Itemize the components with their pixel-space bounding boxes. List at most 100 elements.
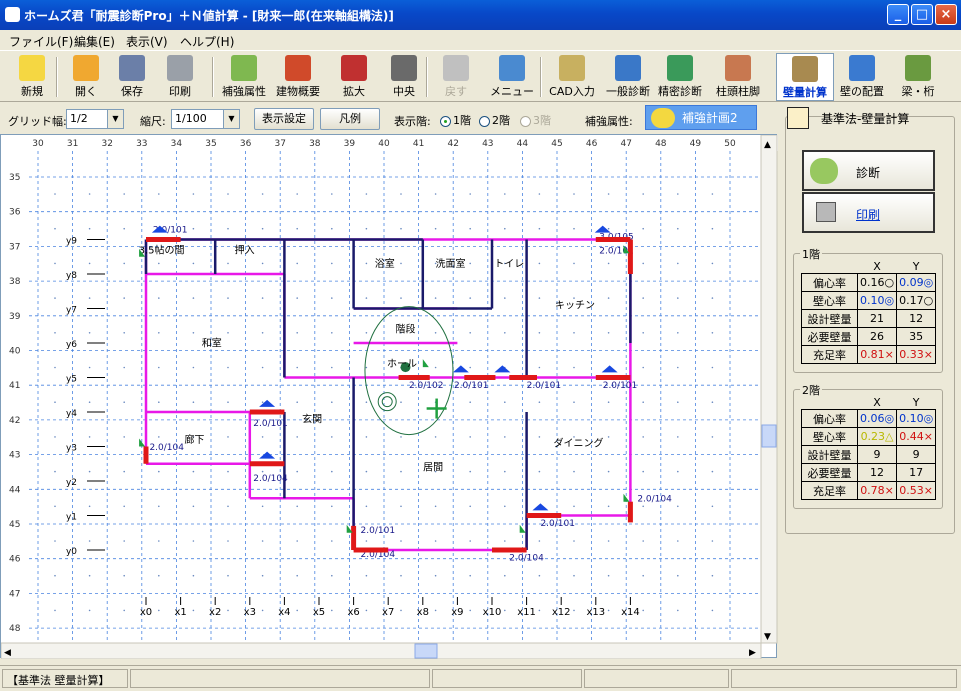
grid-dot (573, 262, 575, 265)
print-button[interactable]: 印刷 (802, 192, 935, 233)
ruler-label: 44 (9, 485, 21, 495)
toolbar-undo-button: 戻す (428, 53, 484, 101)
print-icon (167, 55, 193, 81)
grid-dot (504, 470, 506, 473)
grid-dot (54, 609, 56, 612)
ruler-label: 50 (724, 139, 736, 149)
column-icon (725, 55, 751, 81)
grid-dot (434, 297, 437, 299)
grid-dot (469, 401, 472, 404)
grid-dot (331, 470, 333, 473)
toolbar-zoom-in-button[interactable]: 拡大 (326, 53, 382, 101)
house-icon (285, 55, 311, 81)
grid-dot (434, 193, 437, 195)
column-header: Y (912, 260, 920, 273)
scroll-down-arrow: ▼ (764, 632, 771, 642)
grid-dot (538, 332, 541, 334)
grid-dot (192, 401, 195, 404)
display-settings-button[interactable]: 表示設定 (254, 108, 314, 130)
grid-dot (538, 470, 541, 473)
grid-dot (677, 540, 679, 542)
undo-icon (443, 55, 469, 81)
grid-dot (677, 505, 679, 508)
toolbar-reinforce-button[interactable]: 補強属性 (216, 53, 272, 101)
grid-dot (296, 262, 299, 265)
grid-dot (642, 574, 644, 577)
floor1-radio[interactable]: 1階 (440, 112, 471, 128)
room-label: 洗面室 (435, 257, 465, 270)
grid-dot (123, 262, 125, 265)
grid-dot (123, 609, 125, 612)
grid-dot (192, 193, 195, 195)
grid-dot (642, 540, 644, 542)
ruler-label: 40 (9, 347, 21, 357)
floor2-radio[interactable]: 2階 (479, 112, 510, 128)
stat-x-value: 0.81× (856, 345, 898, 364)
stat-row: 偏心率 0.06◎ 0.10◎ (801, 409, 937, 428)
column-header: X (873, 396, 881, 409)
scale-select[interactable]: 1/100 ▼ (171, 109, 240, 129)
grid-dot (227, 540, 229, 542)
grid-dot (538, 193, 541, 195)
y-axis-label: y4 (66, 409, 77, 419)
minimize-button[interactable]: _ (887, 4, 909, 25)
floor2-table: X Y 偏心率 0.06◎ 0.10◎ 壁心率 0.23△ 0.44× 設計壁量 9 9 必要壁量 12… (801, 396, 937, 500)
maximize-button[interactable]: □ (911, 4, 933, 25)
grid-dot (331, 436, 333, 438)
toolbar-precise-diagnosis-button[interactable]: 精密診断 (652, 53, 708, 101)
grid-dot (296, 470, 299, 473)
menu-bar: ファイル(F) 編集(E) 表示(V) ヘルプ(H) (0, 30, 961, 50)
grid-dot (88, 332, 91, 334)
legend-button[interactable]: 凡例 (320, 108, 380, 130)
diagnose-button[interactable]: 診断 (802, 150, 935, 191)
wall-calc-icon (787, 107, 809, 129)
ruler-label: 41 (9, 381, 20, 391)
grid-dot (261, 262, 264, 265)
window-title: ホームズ君「耐震診断Pro」＋Ｎ値計算 - [財来一郎(在来軸組構法)] (24, 9, 394, 23)
stat-row: 充足率 0.81× 0.33× (801, 345, 937, 364)
ruler-label: 38 (309, 139, 321, 149)
toolbar-wall-calc-button[interactable]: 壁量計算 (776, 53, 834, 101)
toolbar-column-button[interactable]: 柱頭柱脚 (710, 53, 766, 101)
grid-dot (88, 470, 91, 473)
grid-dot (573, 470, 575, 473)
reinforce-plan-badge[interactable]: 補強計画2 (645, 105, 757, 130)
grid-dot (296, 609, 299, 612)
close-button[interactable]: × (935, 4, 957, 25)
toolbar-wall-layout-button[interactable]: 壁の配置 (834, 53, 890, 101)
toolbar-general-diagnosis-button[interactable]: 一般診断 (600, 53, 656, 101)
grid-dot (331, 574, 333, 577)
stat-label: 必要壁量 (801, 327, 858, 346)
grid-dot (331, 193, 333, 195)
toolbar-house-button[interactable]: 建物概要 (270, 53, 326, 101)
menu-file[interactable]: ファイル(F) (9, 33, 73, 50)
ruler-label: 36 (240, 139, 252, 149)
display-floor-label: 表示階: (394, 115, 431, 128)
grid-dot (677, 262, 679, 265)
toolbar-print-button[interactable]: 印刷 (152, 53, 208, 101)
toolbar-cad-button[interactable]: CAD入力 (544, 53, 600, 101)
grid-dot (504, 401, 506, 404)
grid-width-select[interactable]: 1/2 ▼ (66, 109, 124, 129)
stat-label: 偏心率 (801, 273, 858, 292)
grid-dot (469, 436, 472, 438)
grid-dot (88, 227, 91, 230)
plan-canvas[interactable]: 30 31 32 33 34 35 36 37 38 39 40 41 42 43 44 45 46 47 48 49… (0, 134, 778, 660)
toolbar-center-button[interactable]: 中央 (376, 53, 432, 101)
toolbar-menu-door-button[interactable]: メニュー (484, 53, 540, 101)
toolbar-label: 精密診断 (658, 85, 702, 98)
grid-dot (504, 436, 506, 438)
grid-dot (469, 609, 472, 612)
menu-edit[interactable]: 編集(E) (74, 33, 115, 50)
toolbar-new-button[interactable]: 新規 (4, 53, 60, 101)
wall-strength-label: 2.0/101 (527, 381, 562, 391)
menu-help[interactable]: ヘルプ(H) (180, 33, 234, 50)
beam-icon (905, 55, 931, 81)
stat-label: 充足率 (801, 481, 858, 500)
grid-dot (158, 401, 160, 404)
floor-plan[interactable]: 30 31 32 33 34 35 36 37 38 39 40 41 42 43 44 45 46 47 48 49… (0, 134, 778, 660)
grid-dot (434, 332, 437, 334)
toolbar-beam-button[interactable]: 梁・桁 (890, 53, 946, 101)
menu-view[interactable]: 表示(V) (126, 33, 168, 50)
ruler-label: 47 (9, 589, 20, 599)
